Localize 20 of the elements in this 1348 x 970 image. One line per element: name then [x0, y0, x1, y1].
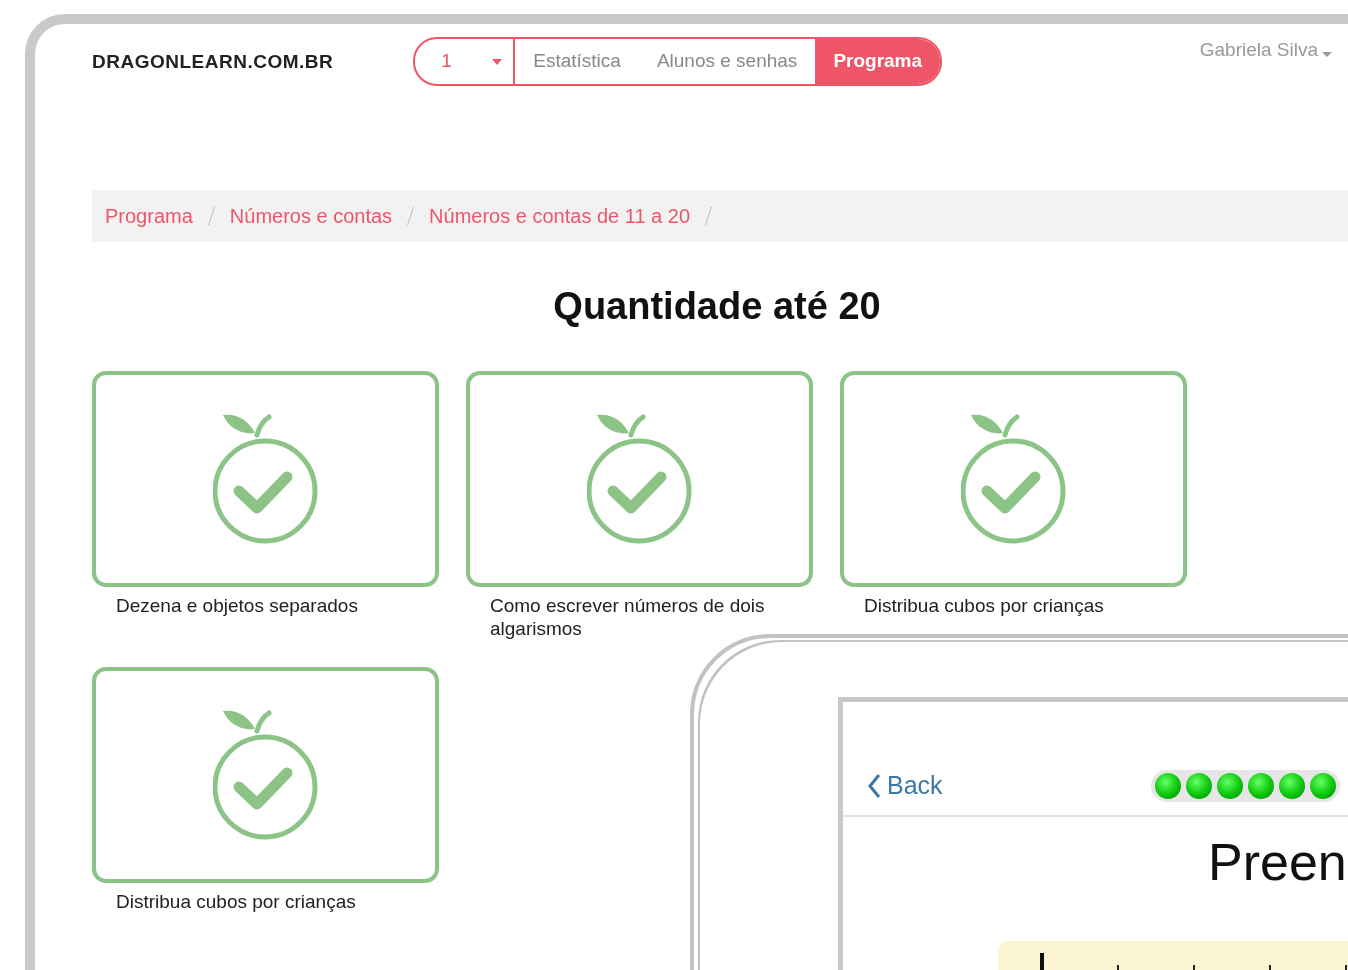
page-title: Quantidade até 20 [552, 284, 882, 329]
lesson-title: Como escrever números de dois algarismos [489, 594, 766, 641]
lesson-card[interactable] [92, 371, 439, 587]
breadcrumb-link[interactable]: Números e contas de 11 a 20 [429, 201, 690, 231]
chevron-left-icon [867, 773, 881, 799]
lesson-title: Distribua cubos por crianças [863, 594, 1105, 618]
breadcrumb-link[interactable]: Programa [105, 201, 193, 231]
back-button[interactable]: Back [867, 767, 943, 805]
lesson-title: Dezena e objetos separados [115, 594, 359, 618]
site-logo[interactable]: DRAGONLEARN.COM.BR [92, 48, 334, 77]
nav-tab[interactable]: Programa [815, 39, 941, 84]
lesson-card[interactable] [840, 371, 1187, 587]
caret-icon [491, 57, 504, 66]
lesson-card[interactable] [92, 666, 439, 883]
exercise-heading: Preen [1208, 832, 1348, 893]
caret-icon [1322, 50, 1332, 58]
user-menu[interactable]: Gabriela Silva [1199, 36, 1332, 65]
lesson-card[interactable] [466, 371, 813, 587]
lesson-title: Distribua cubos por crianças [115, 889, 357, 914]
breadcrumb-link[interactable]: Números e contas [229, 201, 393, 231]
